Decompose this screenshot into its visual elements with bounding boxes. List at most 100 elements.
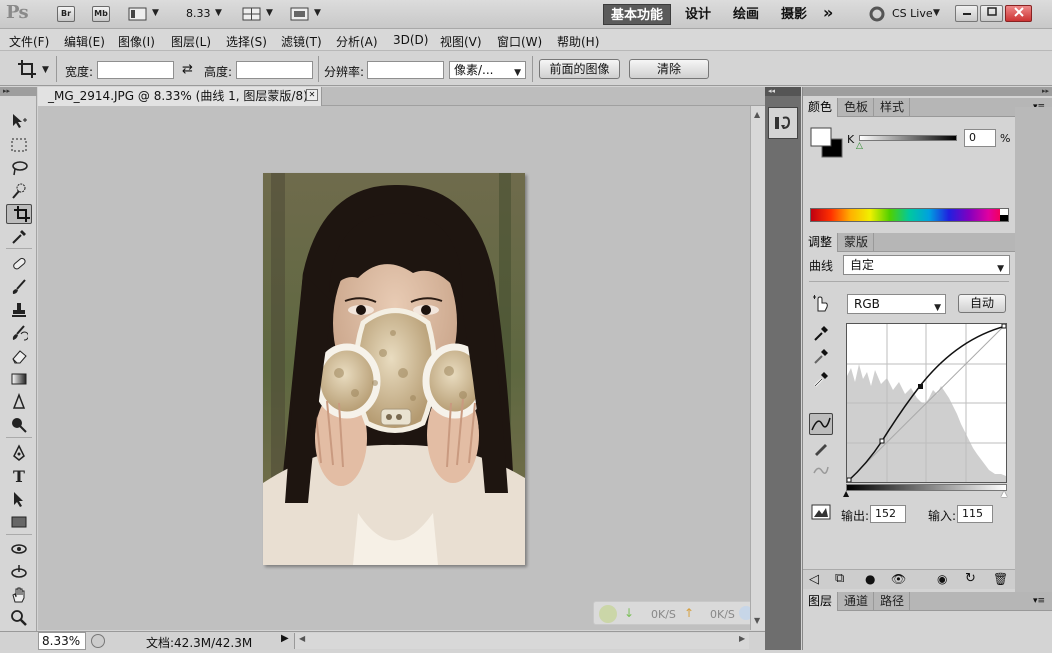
shape-tool-icon[interactable] (6, 512, 32, 532)
draw-curve-pencil-icon[interactable] (812, 439, 830, 457)
tab-channels[interactable]: 通道 (839, 592, 875, 611)
black-input-slider-icon[interactable]: ▲ (843, 489, 849, 498)
menu-edit[interactable]: 编辑(E) (64, 33, 105, 50)
tab-layers[interactable]: 图层 (803, 592, 839, 611)
quick-selection-tool-icon[interactable] (6, 181, 32, 201)
scroll-down-icon[interactable]: ▼ (754, 616, 760, 625)
tab-styles[interactable]: 样式 (875, 98, 911, 117)
chevron-down-icon[interactable]: ▼ (933, 8, 940, 18)
blur-tool-icon[interactable] (6, 392, 32, 412)
menu-file[interactable]: 文件(F) (9, 33, 49, 50)
scroll-up-icon[interactable]: ▲ (754, 110, 760, 119)
hand-tool-icon[interactable] (6, 585, 32, 605)
gray-point-eyedropper-icon[interactable] (812, 347, 830, 365)
close-button[interactable] (1005, 5, 1032, 22)
collapse-panels-icon[interactable]: ▸▸ (803, 87, 1052, 96)
brush-tool-icon[interactable] (6, 277, 32, 297)
tab-paths[interactable]: 路径 (875, 592, 911, 611)
path-selection-tool-icon[interactable] (6, 489, 32, 509)
fg-bg-color-swatch[interactable] (810, 127, 844, 159)
clear-button[interactable]: 清除 (629, 59, 709, 79)
menu-window[interactable]: 窗口(W) (497, 33, 542, 50)
eraser-tool-icon[interactable] (6, 346, 32, 366)
delete-trash-icon[interactable]: 🗑 (993, 572, 1008, 586)
status-menu-icon[interactable]: ▶ (281, 633, 289, 644)
k-slider-track[interactable] (859, 135, 957, 141)
eyedropper-tool-icon[interactable] (6, 227, 32, 247)
close-document-icon[interactable]: ✕ (306, 89, 318, 101)
tab-masks[interactable]: 蒙版 (839, 233, 875, 252)
3d-rotate-tool-icon[interactable] (6, 539, 32, 559)
history-panel-icon[interactable] (768, 107, 798, 139)
resolution-input[interactable] (367, 61, 444, 79)
chevron-down-icon[interactable]: ▼ (266, 8, 273, 18)
white-point-eyedropper-icon[interactable] (812, 370, 830, 388)
horizontal-scrollbar[interactable]: ◀ ▶ (294, 633, 749, 649)
minimize-button[interactable] (955, 5, 978, 22)
workspace-design[interactable]: 设计 (678, 4, 718, 25)
document-canvas[interactable]: ↓ 0K/S ↑ 0K/S (38, 106, 755, 630)
output-input[interactable]: 152 (870, 505, 906, 523)
history-brush-tool-icon[interactable] (6, 323, 32, 343)
visibility-eye-icon[interactable]: 👁 (891, 572, 906, 586)
restore-button[interactable] (980, 5, 1003, 22)
preset-select[interactable]: 自定 ▼ (843, 255, 1010, 275)
spot-healing-brush-icon[interactable] (6, 254, 32, 274)
width-input[interactable] (97, 61, 174, 79)
zoom-level-dropdown[interactable]: 8.33 (186, 7, 211, 20)
gradient-tool-icon[interactable] (6, 369, 32, 389)
auto-button[interactable]: 自动 (958, 294, 1006, 313)
chevron-down-icon[interactable]: ▼ (42, 65, 49, 75)
crop-tool-preset-icon[interactable] (17, 59, 37, 79)
crop-tool-icon[interactable] (6, 204, 32, 224)
height-input[interactable] (236, 61, 313, 79)
tab-color[interactable]: 颜色 (803, 98, 839, 117)
menu-filter[interactable]: 滤镜(T) (281, 33, 322, 50)
curve-points-tool-icon[interactable] (809, 413, 833, 435)
workspace-painting[interactable]: 绘画 (726, 4, 766, 25)
arrange-documents-icon[interactable] (242, 6, 262, 22)
chevron-down-icon[interactable]: ▼ (314, 8, 321, 18)
k-value-input[interactable]: 0 (964, 129, 996, 147)
dodge-tool-icon[interactable] (6, 415, 32, 435)
color-ramp[interactable] (810, 208, 1009, 222)
cs-live-label[interactable]: CS Live (892, 7, 933, 20)
tab-swatches[interactable]: 色板 (839, 98, 875, 117)
status-info-icon[interactable] (91, 634, 105, 648)
black-point-eyedropper-icon[interactable] (812, 324, 830, 342)
type-tool-icon[interactable]: T (6, 466, 32, 486)
clip-to-layer-icon[interactable]: ● (865, 572, 875, 586)
smooth-curve-icon[interactable] (812, 461, 830, 479)
swap-icon[interactable]: ⇄ (182, 62, 193, 77)
curves-graph[interactable] (846, 323, 1007, 483)
move-tool-icon[interactable] (6, 111, 32, 131)
3d-orbit-tool-icon[interactable] (6, 562, 32, 582)
on-image-adjust-icon[interactable] (811, 293, 831, 313)
resolution-unit-select[interactable]: 像素/... ▼ (449, 61, 526, 79)
collapse-dock-icon[interactable]: ◂◂ (765, 87, 801, 96)
channel-select[interactable]: RGB ▼ (847, 294, 946, 314)
workspace-essentials[interactable]: 基本功能 (603, 4, 672, 25)
status-zoom-field[interactable]: 8.33% (38, 632, 86, 650)
workspace-photography[interactable]: 摄影 (774, 4, 814, 25)
clone-stamp-tool-icon[interactable] (6, 300, 32, 320)
white-input-slider-icon[interactable]: ▲ (1001, 489, 1007, 498)
photo-image[interactable] (263, 173, 525, 565)
menu-help[interactable]: 帮助(H) (557, 33, 599, 50)
back-arrow-icon[interactable]: ◁ (809, 572, 819, 587)
mini-bridge-button[interactable]: Mb (92, 6, 110, 22)
view-previous-icon[interactable]: ◉ (937, 572, 947, 586)
menu-select[interactable]: 选择(S) (226, 33, 267, 50)
scroll-right-icon[interactable]: ▶ (739, 634, 745, 643)
menu-3d[interactable]: 3D(D) (393, 33, 428, 47)
view-extras-icon[interactable] (128, 6, 148, 22)
tab-adjustments[interactable]: 调整 (803, 233, 839, 252)
screen-mode-icon[interactable] (290, 6, 310, 22)
clipping-warning-icon[interactable] (811, 504, 833, 522)
chevron-down-icon[interactable]: ▼ (215, 8, 222, 18)
panel-menu-icon[interactable]: ▾≡ (1033, 596, 1045, 606)
front-image-button[interactable]: 前面的图像 (539, 59, 620, 79)
bridge-button[interactable]: Br (57, 6, 75, 22)
document-tab[interactable]: _MG_2914.JPG @ 8.33% (曲线 1, 图层蒙版/8) * ✕ (38, 87, 322, 106)
menu-layer[interactable]: 图层(L) (171, 33, 211, 50)
